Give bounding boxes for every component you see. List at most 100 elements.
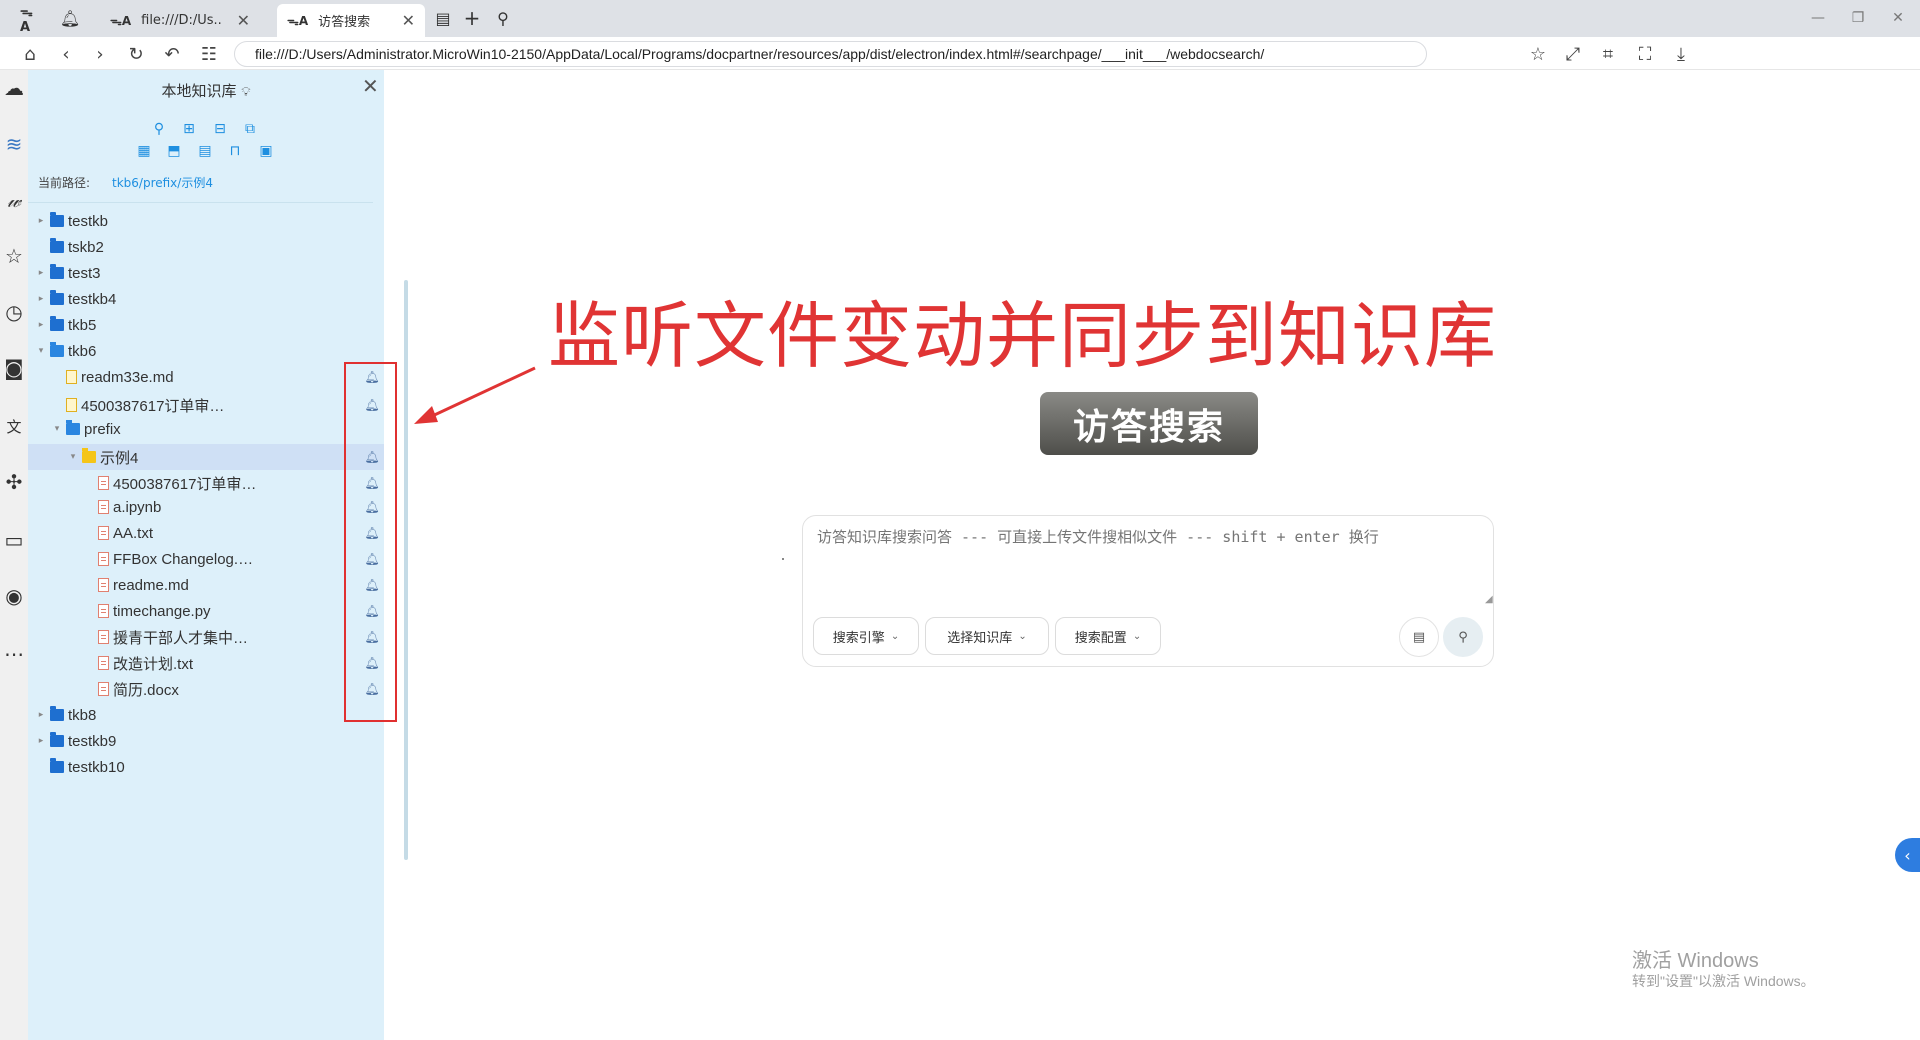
expand-caret-icon[interactable]: ▸: [36, 294, 46, 304]
minimize-button[interactable]: —: [1806, 6, 1830, 30]
tree-item[interactable]: ▾ prefix: [28, 416, 384, 442]
tree-item[interactable]: 援青干部人才集中… 🔔︎: [28, 624, 384, 650]
file-icon: [98, 578, 109, 592]
calendar-icon[interactable]: ▦: [135, 142, 153, 160]
search-icon[interactable]: ⚲: [493, 8, 513, 28]
download-icon[interactable]: ⤓: [1669, 42, 1693, 66]
tab-file[interactable]: ᯓA file:///D:/Us.. ✕: [100, 4, 260, 37]
scrollbar[interactable]: [404, 280, 408, 860]
collapse-tab[interactable]: ‹: [1895, 838, 1920, 872]
icon-rail: ☁ ≋ 𝓌 ☆ ◷ ◙ 文 ✣ ▭ ◉ ⋯: [0, 70, 28, 1040]
new-tab-icon[interactable]: +: [462, 6, 482, 30]
lightbulb-icon[interactable]: 💡︎: [241, 85, 250, 100]
tree-item[interactable]: testkb10: [28, 754, 384, 780]
tree-item[interactable]: AA.txt 🔔︎: [28, 520, 384, 546]
more-icon[interactable]: ⋯: [0, 640, 28, 668]
expand-caret-icon[interactable]: ▾: [68, 452, 78, 462]
folder-icon: [50, 758, 64, 773]
search-input[interactable]: [817, 526, 1479, 598]
restore-button[interactable]: ❐: [1846, 6, 1870, 30]
expand-caret-icon[interactable]: ▸: [36, 320, 46, 330]
expand-caret-icon[interactable]: ▾: [52, 424, 62, 434]
app-logo-icon[interactable]: ᯓA: [20, 5, 40, 35]
camera-icon[interactable]: ◙: [0, 354, 28, 382]
panel-title-text: 本地知识库: [161, 82, 237, 100]
tree-item[interactable]: FFBox Changelog.… 🔔︎: [28, 546, 384, 572]
tree-item[interactable]: ▾ tkb6: [28, 338, 384, 364]
fullscreen-icon[interactable]: ⛶: [1633, 42, 1657, 66]
tree-item[interactable]: 改造计划.txt 🔔︎: [28, 650, 384, 676]
tab-bar: ᯓA 🔔︎ ᯓA file:///D:/Us.. ✕ ᯓA 访答搜索 ✕ ▤ +…: [0, 0, 1920, 37]
resize-grip-icon[interactable]: ◢: [1485, 594, 1493, 605]
tree-item[interactable]: readme.md 🔔︎: [28, 572, 384, 598]
tree-item[interactable]: ▾ 示例4 🔔︎: [28, 444, 384, 470]
expand-caret-icon[interactable]: ▸: [36, 710, 46, 720]
expand-caret-icon[interactable]: ▸: [36, 268, 46, 278]
back-icon[interactable]: ‹: [54, 42, 78, 66]
tree-item-label: test3: [68, 264, 101, 282]
puzzle-icon[interactable]: ✣: [0, 468, 28, 496]
search-icon[interactable]: ⚲: [150, 120, 168, 138]
tree-item[interactable]: timechange.py 🔔︎: [28, 598, 384, 624]
expand-caret-icon[interactable]: ▸: [36, 216, 46, 226]
tree-item[interactable]: ▸ tkb5: [28, 312, 384, 338]
tree-item[interactable]: tskb2: [28, 234, 384, 260]
close-icon[interactable]: ✕: [402, 11, 415, 30]
tree-item[interactable]: ▸ testkb4: [28, 286, 384, 312]
close-icon[interactable]: ✕: [362, 74, 379, 98]
search-button[interactable]: ⚲: [1443, 617, 1483, 657]
address-bar[interactable]: file:///D:/Users/Administrator.MicroWin1…: [234, 41, 1427, 67]
clock-icon[interactable]: ◷: [0, 298, 28, 326]
reload-icon[interactable]: ↻: [124, 42, 148, 66]
forward-icon[interactable]: ›: [88, 42, 112, 66]
new-file-icon[interactable]: ⊞: [180, 120, 198, 138]
layers-icon[interactable]: ≋: [0, 130, 28, 158]
search-config-dropdown[interactable]: 搜索配置 ⌄: [1055, 617, 1161, 655]
star-icon[interactable]: ☆: [1526, 42, 1550, 66]
tree-item[interactable]: ▸ testkb9: [28, 728, 384, 754]
file-icon: [98, 656, 109, 670]
lock-icon[interactable]: ⊓: [226, 142, 244, 160]
window-icon[interactable]: ▭: [0, 526, 28, 554]
translate-icon[interactable]: 文: [0, 412, 28, 440]
expand-caret-icon[interactable]: ▸: [36, 736, 46, 746]
tree-item[interactable]: 4500387617订单审… 🔔︎: [28, 392, 384, 418]
tree-item[interactable]: ▸ tkb8: [28, 702, 384, 728]
tree-item-label: 4500387617订单审…: [81, 397, 225, 415]
file-icon: [98, 526, 109, 540]
close-icon[interactable]: ✕: [237, 11, 250, 30]
bell-icon[interactable]: 🔔︎: [60, 8, 80, 28]
tree-item[interactable]: a.ipynb 🔔︎: [28, 494, 384, 520]
path-value[interactable]: tkb6/prefix/示例4: [112, 174, 213, 191]
search-engine-dropdown[interactable]: 搜索引擎 ⌄: [813, 617, 919, 655]
star-icon[interactable]: ☆: [0, 242, 28, 270]
close-window-button[interactable]: ✕: [1886, 6, 1910, 30]
knowledge-base-dropdown[interactable]: 选择知识库 ⌄: [925, 617, 1049, 655]
upload-file-button[interactable]: ▤: [1399, 617, 1439, 657]
grid-menu-icon[interactable]: ☷: [197, 42, 221, 66]
expand-caret-icon[interactable]: ▾: [36, 346, 46, 356]
screenshot-icon[interactable]: ⌗: [1596, 42, 1620, 66]
tree-item[interactable]: 4500387617订单审… 🔔︎: [28, 470, 384, 496]
undo-icon[interactable]: ↶: [160, 42, 184, 66]
tree-item[interactable]: ▸ testkb: [28, 208, 384, 234]
tree-item-label: tkb8: [68, 706, 97, 724]
tab-list-icon[interactable]: ▤: [433, 8, 453, 28]
folder-icon: [50, 212, 64, 227]
document-icon[interactable]: ▤: [196, 142, 214, 160]
tree-item[interactable]: readm33e.md 🔔︎: [28, 364, 384, 390]
home-icon[interactable]: ⌂: [18, 42, 42, 66]
tree-item-label: testkb: [68, 212, 109, 230]
expand-icon[interactable]: ⤢: [1561, 42, 1585, 66]
copy-icon[interactable]: ⧉: [241, 120, 259, 138]
tree-item[interactable]: 简历.docx 🔔︎: [28, 676, 384, 702]
folder-share-icon[interactable]: ⬒: [165, 142, 183, 160]
tree-item-label: testkb10: [68, 758, 125, 776]
handwriting-icon[interactable]: 𝓌: [0, 186, 28, 214]
new-folder-icon[interactable]: ⊟: [211, 120, 229, 138]
cloud-icon[interactable]: ☁: [0, 74, 28, 102]
tree-item[interactable]: ▸ test3: [28, 260, 384, 286]
tab-search[interactable]: ᯓA 访答搜索 ✕: [277, 4, 425, 37]
settings-panel-icon[interactable]: ▣: [257, 142, 275, 160]
user-icon[interactable]: ◉: [0, 582, 28, 610]
